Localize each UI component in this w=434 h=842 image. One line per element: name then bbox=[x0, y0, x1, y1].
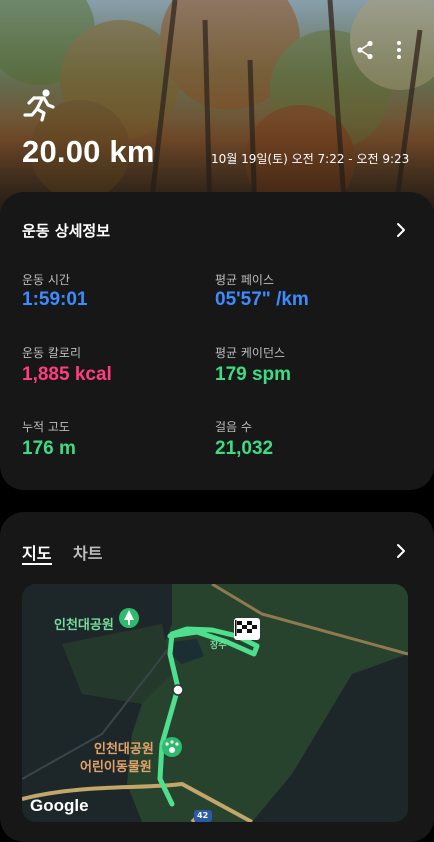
chevron-right-icon[interactable] bbox=[396, 543, 406, 559]
map-label-zoo: 어린이동물원 bbox=[80, 760, 152, 775]
road-number: 42 bbox=[197, 811, 209, 820]
stat-value-elevation: 176 m bbox=[22, 438, 76, 459]
map-card: 지도 차트 인천대공원 인천대공원 어린이동물원 장수 42 Google bbox=[0, 512, 434, 842]
hero-shade bbox=[0, 0, 434, 215]
stat-value-cadence: 179 spm bbox=[215, 364, 292, 385]
stat-value-pace: 05'57" /km bbox=[215, 289, 309, 310]
running-icon bbox=[23, 89, 55, 122]
map-label-place: 장수 bbox=[210, 641, 227, 651]
share-icon[interactable] bbox=[356, 40, 374, 60]
tab-map[interactable]: 지도 bbox=[22, 540, 51, 564]
stat-label-duration: 운동 시간 bbox=[22, 273, 70, 287]
hero-banner: 20.00 km 10월 19일(토) 오전 7:22 - 오전 9:23 bbox=[0, 0, 434, 215]
tab-chart[interactable]: 차트 bbox=[73, 540, 102, 564]
stat-label-calories: 운동 칼로리 bbox=[22, 346, 82, 360]
stat-label-elevation: 누적 고도 bbox=[22, 420, 70, 434]
stat-value-steps: 21,032 bbox=[215, 438, 274, 459]
workout-datetime: 10월 19일(토) 오전 7:22 - 오전 9:23 bbox=[211, 152, 410, 166]
active-tab-indicator bbox=[22, 563, 52, 565]
map-label-park: 인천대공원 bbox=[54, 618, 114, 633]
google-attribution: Google bbox=[30, 796, 89, 815]
details-title: 운동 상세정보 bbox=[22, 222, 111, 240]
stat-label-cadence: 평균 케이던스 bbox=[215, 346, 286, 360]
stat-value-duration: 1:59:01 bbox=[22, 289, 88, 310]
map-label-park-2: 인천대공원 bbox=[94, 742, 154, 757]
chevron-right-icon[interactable] bbox=[396, 222, 406, 238]
stat-label-steps: 걸음 수 bbox=[215, 420, 252, 434]
more-vert-icon[interactable] bbox=[395, 40, 403, 60]
distance-value: 20.00 km bbox=[22, 134, 155, 169]
stat-value-calories: 1,885 kcal bbox=[22, 364, 112, 385]
workout-details-card[interactable]: 운동 상세정보 운동 시간 1:59:01 평균 페이스 05'57" /km … bbox=[0, 192, 434, 490]
route-map[interactable]: 인천대공원 인천대공원 어린이동물원 장수 42 Google bbox=[22, 584, 408, 822]
stat-label-pace: 평균 페이스 bbox=[215, 273, 275, 287]
